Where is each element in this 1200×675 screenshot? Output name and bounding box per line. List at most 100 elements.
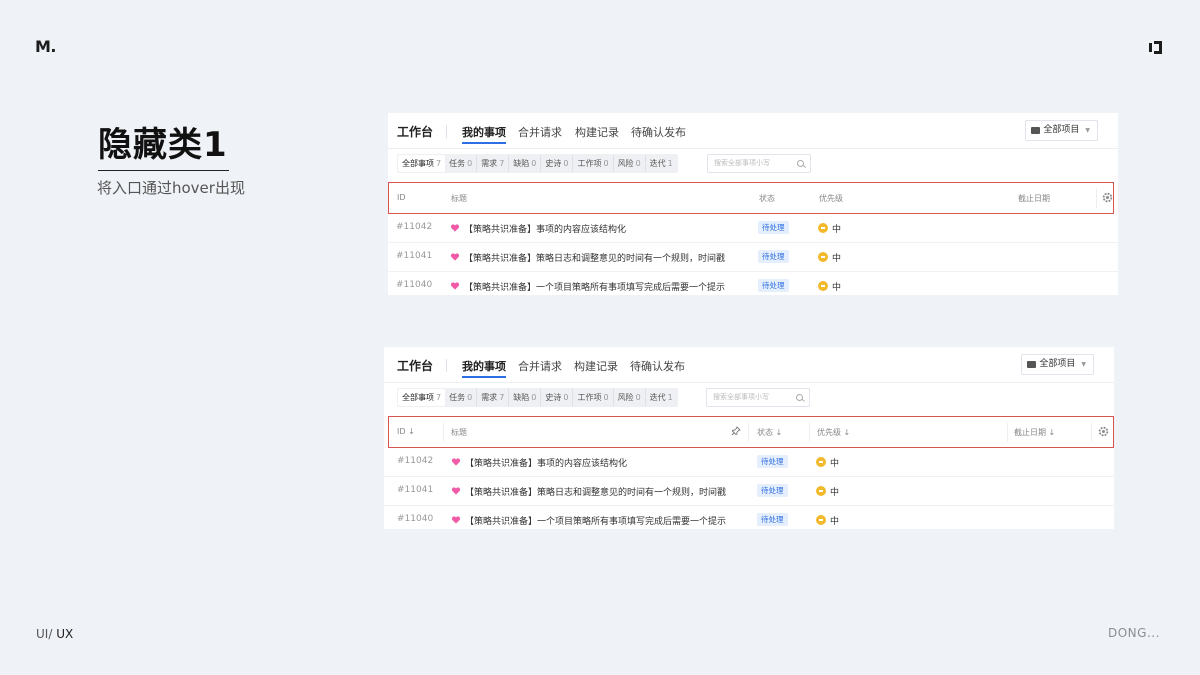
slide-title: 隐藏类1 (98, 117, 229, 171)
row-id: #11042 (397, 456, 434, 466)
column-header-due-date[interactable]: 截止日期 ↓ (1014, 427, 1055, 438)
tab-my-items[interactable]: 我的事项 (462, 124, 506, 144)
tab-build-records[interactable]: 构建记录 (574, 358, 618, 374)
column-header-title[interactable]: 标题 (451, 427, 467, 438)
priority-medium-icon (816, 457, 826, 467)
tab-build-records[interactable]: 构建记录 (575, 124, 619, 140)
status-badge: 待处理 (757, 455, 788, 468)
column-header-title[interactable]: 标题 (451, 193, 467, 204)
tab-merge-requests[interactable]: 合并请求 (518, 124, 562, 140)
status-badge: 待处理 (758, 221, 789, 234)
filter-task[interactable]: 任务 0 (445, 155, 478, 172)
workbench-panel-default: 工作台 我的事项 合并请求 构建记录 待确认发布 全部项目 ▼ 全部事项 7 任务… (388, 113, 1118, 301)
priority-label: 中 (832, 283, 842, 293)
search-input[interactable]: 搜索全部事项小写 (707, 154, 811, 173)
status-badge: 待处理 (758, 250, 789, 263)
type-filter-bar: 全部事项 7 任务 0 需求 7 缺陷 0 史诗 0 工作项 0 风险 0 迭代 1 (397, 388, 678, 407)
filter-risk[interactable]: 风险 0 (614, 155, 646, 172)
filter-defect[interactable]: 缺陷 0 (509, 389, 542, 406)
header-divider (446, 125, 447, 138)
filter-iteration[interactable]: 迭代 1 (646, 155, 677, 172)
status-badge: 待处理 (758, 279, 789, 292)
tab-merge-requests[interactable]: 合并请求 (518, 358, 562, 374)
priority-label: 中 (830, 488, 840, 498)
column-header-priority[interactable]: 优先级 ↓ (817, 427, 850, 438)
column-divider (443, 423, 444, 442)
column-header-status[interactable]: 状态 ↓ (757, 427, 782, 438)
heart-icon (451, 487, 461, 495)
filter-iteration[interactable]: 迭代 1 (646, 389, 677, 406)
column-divider (809, 423, 810, 442)
filter-work-item[interactable]: 工作项 0 (573, 155, 614, 172)
priority-label: 中 (830, 517, 840, 527)
chevron-down-icon: ▼ (1081, 361, 1086, 368)
column-divider (1007, 423, 1008, 442)
row-id: #11040 (396, 280, 433, 290)
priority-medium-icon (816, 486, 826, 496)
filter-epic[interactable]: 史诗 0 (541, 389, 574, 406)
column-header-id[interactable]: ID ↓ (397, 427, 415, 436)
gear-icon[interactable] (1102, 192, 1113, 203)
header-divider (446, 359, 447, 372)
filter-all[interactable]: 全部事项 7 (398, 389, 446, 406)
table-row[interactable]: #11041 【策略共识准备】策略日志和调整意见的时间有一个规则，时间戳 待处理… (388, 243, 1118, 272)
table-row[interactable]: #11042 【策略共识准备】事项的内容应该结构化 待处理 中 (384, 448, 1114, 477)
slide-subtitle: 将入口通过hover出现 (97, 179, 245, 197)
table-row[interactable]: #11042 【策略共识准备】事项的内容应该结构化 待处理 中 (388, 214, 1118, 243)
row-title[interactable]: 【策略共识准备】策略日志和调整意见的时间有一个规则，时间戳 (465, 485, 726, 498)
project-selector-label: 全部项目 (1039, 359, 1076, 369)
bracket-icon (1149, 41, 1162, 54)
column-header-id[interactable]: ID (397, 193, 406, 202)
priority-label: 中 (830, 459, 840, 469)
filter-requirement[interactable]: 需求 7 (477, 155, 510, 172)
row-title[interactable]: 【策略共识准备】一个项目策略所有事项填写完成后需要一个提示 (464, 280, 725, 293)
heart-icon (450, 282, 460, 290)
filter-defect[interactable]: 缺陷 0 (509, 155, 542, 172)
filter-epic[interactable]: 史诗 0 (541, 155, 574, 172)
column-header-due-date[interactable]: 截止日期 (1018, 193, 1050, 204)
status-badge: 待处理 (757, 484, 788, 497)
filter-requirement[interactable]: 需求 7 (477, 389, 510, 406)
workbench-header: 工作台 我的事项 合并请求 构建记录 待确认发布 全部项目 ▼ (384, 347, 1114, 383)
row-title[interactable]: 【策略共识准备】策略日志和调整意见的时间有一个规则，时间戳 (464, 251, 725, 264)
search-icon (797, 160, 804, 167)
heart-icon (450, 224, 460, 232)
footer-category: UI/ UX (36, 627, 74, 641)
workbench-header: 工作台 我的事项 合并请求 构建记录 待确认发布 全部项目 ▼ (388, 113, 1118, 149)
chevron-down-icon: ▼ (1085, 127, 1090, 134)
column-divider (1091, 423, 1092, 442)
project-selector[interactable]: 全部项目 ▼ (1025, 120, 1098, 141)
filter-task[interactable]: 任务 0 (445, 389, 478, 406)
gear-icon[interactable] (1098, 426, 1109, 437)
row-title[interactable]: 【策略共识准备】事项的内容应该结构化 (464, 222, 626, 235)
priority-label: 中 (832, 225, 842, 235)
row-id: #11042 (396, 222, 433, 232)
priority-medium-icon (818, 252, 828, 262)
search-input[interactable]: 搜索全部事项小写 (706, 388, 810, 407)
folder-icon (1027, 361, 1037, 368)
pin-icon[interactable] (731, 426, 741, 436)
type-filter-bar: 全部事项 7 任务 0 需求 7 缺陷 0 史诗 0 工作项 0 风险 0 迭代 1 (397, 154, 678, 173)
filter-work-item[interactable]: 工作项 0 (573, 389, 614, 406)
project-selector[interactable]: 全部项目 ▼ (1021, 354, 1094, 375)
heart-icon (450, 253, 460, 261)
priority-medium-icon (816, 515, 826, 525)
priority-medium-icon (818, 281, 828, 291)
status-badge: 待处理 (757, 513, 788, 526)
search-icon (796, 394, 803, 401)
tab-pending-release[interactable]: 待确认发布 (631, 124, 686, 140)
column-header-status[interactable]: 状态 (759, 193, 775, 204)
table-row[interactable]: #11040 【策略共识准备】一个项目策略所有事项填写完成后需要一个提示 待处理… (388, 272, 1118, 301)
filter-all[interactable]: 全部事项 7 (398, 155, 446, 172)
workspace-title: 工作台 (397, 359, 434, 373)
row-title[interactable]: 【策略共识准备】一个项目策略所有事项填写完成后需要一个提示 (465, 514, 726, 527)
row-id: #11040 (397, 514, 434, 524)
tab-pending-release[interactable]: 待确认发布 (630, 358, 685, 374)
column-header-priority[interactable]: 优先级 (819, 193, 843, 204)
filter-risk[interactable]: 风险 0 (614, 389, 646, 406)
folder-icon (1031, 127, 1041, 134)
row-title[interactable]: 【策略共识准备】事项的内容应该结构化 (465, 456, 627, 469)
tab-my-items[interactable]: 我的事项 (462, 358, 506, 378)
table-row[interactable]: #11040 【策略共识准备】一个项目策略所有事项填写完成后需要一个提示 待处理… (384, 506, 1114, 535)
table-row[interactable]: #11041 【策略共识准备】策略日志和调整意见的时间有一个规则，时间戳 待处理… (384, 477, 1114, 506)
